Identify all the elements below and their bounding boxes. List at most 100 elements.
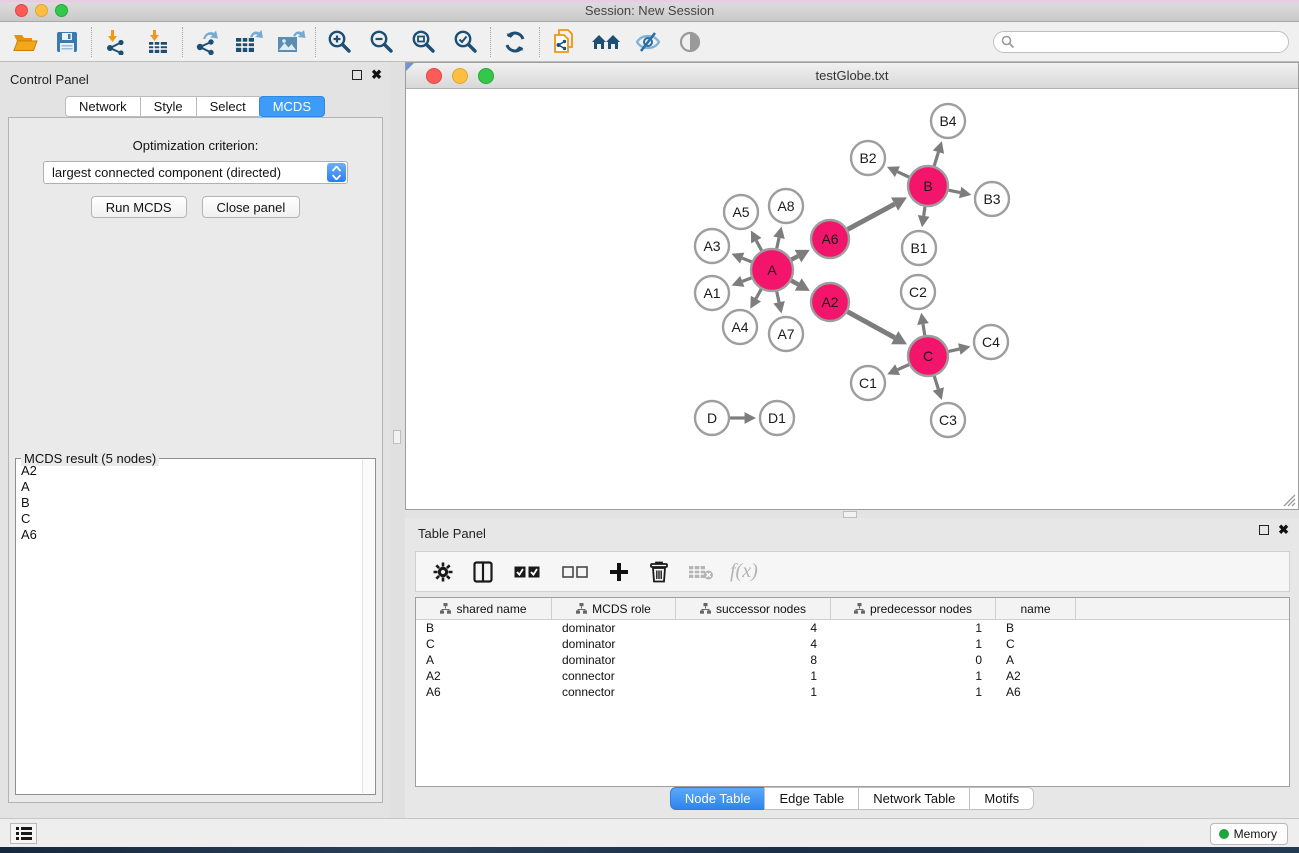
graph-edge-A-A4[interactable] [756,289,761,298]
vertical-splitter[interactable] [390,62,405,818]
graph-edge-B-B1[interactable] [924,207,925,216]
cell-name[interactable]: A [996,652,1076,668]
result-item[interactable]: A2 [17,463,361,479]
table-row-A6[interactable]: A6connector11A6 [416,684,1289,700]
deselect-all-icon[interactable] [558,558,592,586]
new-network-from-selection-icon[interactable] [543,25,585,59]
cell-predecessor-nodes[interactable]: 1 [831,620,996,636]
window-resize-grip[interactable] [1281,492,1296,507]
cell-successor-nodes[interactable]: 8 [676,652,831,668]
network-graph[interactable]: AA1A3A4A5A7A8A6A2BB1B2B3B4CC1C2C3C4DD1 [406,89,1298,509]
cell-MCDS-role[interactable]: dominator [552,636,676,652]
zoom-fit-icon[interactable] [403,25,445,59]
refresh-icon[interactable] [494,25,536,59]
tab-select[interactable]: Select [196,96,260,117]
column-header-shared-name[interactable]: shared name [416,598,552,619]
graph-edge-A-A7[interactable] [777,291,779,302]
tab-network[interactable]: Network [65,96,141,117]
horizontal-splitter-grip[interactable] [843,511,857,518]
task-history-button[interactable] [10,823,37,844]
graph-edge-B-B4[interactable] [934,152,938,166]
cell-name[interactable]: A2 [996,668,1076,684]
node-table[interactable]: shared nameMCDS rolesuccessor nodesprede… [415,597,1290,787]
table-row-B[interactable]: Bdominator41B [416,620,1289,636]
gear-icon[interactable] [430,558,456,586]
cell-shared-name[interactable]: A [416,652,552,668]
export-network-icon[interactable] [186,25,228,59]
cell-MCDS-role[interactable]: connector [552,668,676,684]
table-panel-close-icon[interactable]: ✖ [1278,525,1289,535]
table-row-A2[interactable]: A2connector11A2 [416,668,1289,684]
cell-MCDS-role[interactable]: dominator [552,652,676,668]
result-scrollbar[interactable] [362,460,374,793]
tab-network-table[interactable]: Network Table [858,787,970,810]
cell-name[interactable]: B [996,620,1076,636]
cell-shared-name[interactable]: A2 [416,668,552,684]
search-input[interactable] [993,31,1289,53]
zoom-selected-icon[interactable] [445,25,487,59]
tab-motifs[interactable]: Motifs [969,787,1034,810]
graph-edge-C-C2[interactable] [923,324,925,335]
zoom-out-icon[interactable] [361,25,403,59]
cell-successor-nodes[interactable]: 1 [676,668,831,684]
network-canvas[interactable]: AA1A3A4A5A7A8A6A2BB1B2B3B4CC1C2C3C4DD1 [406,89,1298,509]
home-icon[interactable] [585,25,627,59]
graph-edge-A-A1[interactable] [742,278,751,281]
show-all-icon[interactable] [669,25,711,59]
graph-edge-B-B3[interactable] [949,190,961,192]
delete-column-icon[interactable] [646,558,672,586]
cell-shared-name[interactable]: A6 [416,684,552,700]
cell-predecessor-nodes[interactable]: 1 [831,684,996,700]
cell-predecessor-nodes[interactable]: 0 [831,652,996,668]
export-table-icon[interactable] [228,25,270,59]
import-table-icon[interactable] [137,25,179,59]
mcds-result-list[interactable]: A2ABCA6 [17,463,361,793]
result-item[interactable]: C [17,511,361,527]
close-panel-button[interactable]: Close panel [202,196,301,218]
criterion-select[interactable]: largest connected component (directed) [43,161,348,184]
column-header-MCDS-role[interactable]: MCDS role [552,598,676,619]
column-header-predecessor-nodes[interactable]: predecessor nodes [831,598,996,619]
result-item[interactable]: B [17,495,361,511]
column-header-name[interactable]: name [996,598,1076,619]
run-mcds-button[interactable]: Run MCDS [91,196,187,218]
zoom-in-icon[interactable] [319,25,361,59]
tab-style[interactable]: Style [140,96,197,117]
open-session-icon[interactable] [4,25,46,59]
result-item[interactable]: A [17,479,361,495]
graph-edge-C-C1[interactable] [898,365,909,370]
control-panel-float-icon[interactable] [352,70,362,80]
cell-successor-nodes[interactable]: 4 [676,636,831,652]
export-image-icon[interactable] [270,25,312,59]
import-network-icon[interactable] [95,25,137,59]
tab-edge-table[interactable]: Edge Table [764,787,859,810]
graph-edge-A-A6[interactable] [791,256,798,260]
network-window-titlebar[interactable]: testGlobe.txt [406,63,1298,89]
cell-MCDS-role[interactable]: connector [552,684,676,700]
tab-mcds[interactable]: MCDS [259,96,325,117]
column-view-icon[interactable] [470,558,496,586]
result-item[interactable]: A6 [17,527,361,543]
select-all-icon[interactable] [510,558,544,586]
graph-edge-C-C4[interactable] [948,349,959,351]
graph-edge-B-B2[interactable] [897,172,909,177]
column-header-successor-nodes[interactable]: successor nodes [676,598,831,619]
table-panel-float-icon[interactable] [1259,525,1269,535]
table-row-C[interactable]: Cdominator41C [416,636,1289,652]
save-session-icon[interactable] [46,25,88,59]
cell-successor-nodes[interactable]: 1 [676,684,831,700]
graph-edge-A-A8[interactable] [777,238,779,249]
cell-shared-name[interactable]: B [416,620,552,636]
cell-MCDS-role[interactable]: dominator [552,620,676,636]
cell-name[interactable]: A6 [996,684,1076,700]
cell-successor-nodes[interactable]: 4 [676,620,831,636]
cell-predecessor-nodes[interactable]: 1 [831,636,996,652]
graph-edge-A-A3[interactable] [742,258,751,262]
select-stepper-icon[interactable] [327,163,346,182]
graph-edge-A2-C[interactable] [848,312,895,338]
tab-node-table[interactable]: Node Table [670,787,766,810]
graph-edge-C-C3[interactable] [934,376,938,389]
splitter-grip[interactable] [393,430,401,444]
add-column-icon[interactable] [606,558,632,586]
cell-predecessor-nodes[interactable]: 1 [831,668,996,684]
